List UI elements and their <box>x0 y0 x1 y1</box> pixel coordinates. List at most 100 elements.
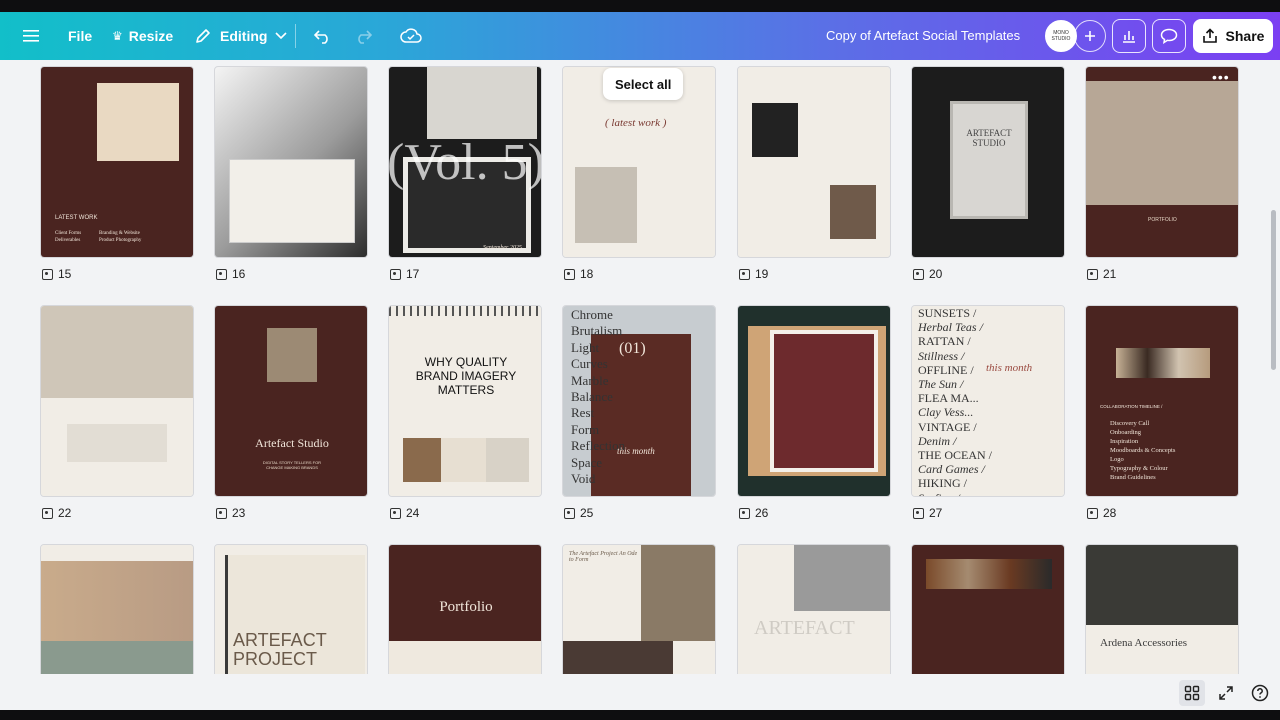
page-number-label[interactable]: 15 <box>42 267 71 281</box>
word-list-item: FLEA MA... <box>918 391 979 406</box>
bag-photo <box>752 103 798 157</box>
polaroid-photo <box>427 67 537 139</box>
page-notes-icon <box>216 268 227 280</box>
help-icon <box>1251 684 1269 702</box>
page-preview: The Artefact Project An Ode to Form <box>563 545 715 674</box>
add-collaborator-button[interactable] <box>1074 20 1106 52</box>
page-thumbnail[interactable]: SUNSETS / Herbal Teas / RATTAN / Stillness … <box>911 305 1065 497</box>
main-menu-button[interactable] <box>16 18 46 54</box>
page-thumbnail[interactable]: PORTFOLIO <box>1085 66 1239 258</box>
word-list-item: Curves <box>571 356 608 372</box>
share-button[interactable]: Share <box>1193 19 1273 53</box>
ode-to-form-title: The Artefact Project An Ode to Form <box>569 551 638 563</box>
resize-label: Resize <box>128 28 174 44</box>
comments-button[interactable] <box>1152 19 1186 53</box>
grid-icon <box>1184 685 1200 701</box>
tagline-text: DIGITAL STORY TELLERS FOR CHANGE MAKING … <box>262 460 322 470</box>
chairs-row <box>67 424 167 462</box>
resize-button[interactable]: ♛ Resize <box>112 18 173 54</box>
stool-photo <box>1086 81 1238 205</box>
word-list-item: Space <box>571 454 603 470</box>
green-block <box>41 641 193 674</box>
help-button[interactable] <box>1247 680 1273 706</box>
page-thumbnail[interactable]: LATEST WORK Client Forms Deliverables Brand… <box>40 66 194 258</box>
page-thumbnail[interactable]: Portfolio <box>388 544 542 674</box>
word-list-item: VINTAGE / <box>918 419 977 434</box>
page-number-label[interactable]: 24 <box>390 506 419 520</box>
file-menu-button[interactable]: File <box>66 18 94 54</box>
page-thumbnail[interactable]: WHY QUALITY BRAND IMAGERY MATTERS <box>388 305 542 497</box>
vase-photo <box>267 328 317 382</box>
page-thumbnail[interactable] <box>911 544 1065 674</box>
page-preview: (Vol. 5) September 2025 <box>389 67 541 257</box>
artefact-project-title: ARTEFACT PROJECT <box>233 630 327 669</box>
page-thumbnail[interactable] <box>737 305 891 497</box>
undo-button[interactable] <box>310 18 336 54</box>
page-number-label[interactable]: 21 <box>1087 267 1116 281</box>
redo-button[interactable] <box>350 18 376 54</box>
chair-photo <box>575 167 637 243</box>
page-thumbnail[interactable]: ARTEFACT <box>737 544 891 674</box>
hamburger-icon <box>23 30 39 42</box>
page-notes-icon <box>216 507 227 519</box>
page-thumbnail[interactable]: ARTEFACT PROJECT <box>214 544 368 674</box>
page-preview: WHY QUALITY BRAND IMAGERY MATTERS <box>389 306 541 496</box>
page-number-label[interactable]: 26 <box>739 506 768 520</box>
page-number-label[interactable]: 23 <box>216 506 245 520</box>
editing-mode-button[interactable]: Editing <box>194 18 288 54</box>
avatar[interactable]: MONO STUDIO <box>1045 20 1077 52</box>
save-status-button[interactable] <box>398 18 424 54</box>
artefact-outline-title: ARTEFACT <box>754 617 855 639</box>
page-thumbnail[interactable]: COLLABORATION TIMELINE / Discovery Call On… <box>1085 305 1239 497</box>
crown-icon: ♛ <box>112 29 123 43</box>
page-number-label[interactable]: 17 <box>390 267 419 281</box>
page-notes-icon <box>390 268 401 280</box>
page-thumbnail[interactable]: Artefact Studio DIGITAL STORY TELLERS FOR… <box>214 305 368 497</box>
page-number-label[interactable]: 19 <box>739 267 768 281</box>
word-list-item: Clay Vess... <box>918 405 974 420</box>
page-notes-icon <box>739 268 750 280</box>
page-thumbnail[interactable]: The Artefact Project An Ode to Form <box>562 544 716 674</box>
page-notes-icon <box>1087 507 1098 519</box>
fullscreen-button[interactable] <box>1213 680 1239 706</box>
page-number-label[interactable]: 16 <box>216 267 245 281</box>
page-number: 15 <box>58 267 72 281</box>
document-title[interactable]: Copy of Artefact Social Templates <box>826 12 1020 60</box>
page-thumbnail[interactable] <box>40 305 194 497</box>
page-notes-icon <box>42 268 53 280</box>
share-label: Share <box>1225 28 1265 44</box>
insights-button[interactable] <box>1112 19 1146 53</box>
products-row <box>926 559 1052 589</box>
scrollbar-thumb[interactable] <box>1271 210 1276 370</box>
page-number-label[interactable]: 25 <box>564 506 593 520</box>
page-preview: PORTFOLIO <box>1086 67 1238 257</box>
grid-view-button[interactable] <box>1179 680 1205 706</box>
page-thumbnail[interactable] <box>40 544 194 674</box>
page-number-label[interactable]: 20 <box>913 267 942 281</box>
word-list-item: Stillness / <box>918 348 965 363</box>
page-thumbnail[interactable]: ARTEFACT STUDIO <box>911 66 1065 258</box>
page-thumbnail[interactable]: (Vol. 5) September 2025 <box>388 66 542 258</box>
word-list-item: RATTAN / <box>918 334 971 349</box>
page-preview <box>215 67 367 257</box>
expand-icon <box>1219 686 1233 700</box>
portfolio-photos <box>389 641 541 674</box>
page-number-label[interactable]: 18 <box>564 267 593 281</box>
share-upload-icon <box>1202 28 1217 43</box>
page-number-label[interactable]: 28 <box>1087 506 1116 520</box>
date-script-text: September 2025 <box>483 245 522 251</box>
page-number-label[interactable]: 27 <box>913 506 942 520</box>
pages-grid-view: LATEST WORK Client Forms Deliverables Brand… <box>0 60 1280 674</box>
word-list-item: Rest <box>571 405 595 421</box>
page-thumbnail[interactable] <box>214 66 368 258</box>
page-thumbnail[interactable]: Ardena Accessories <box>1085 544 1239 674</box>
page-more-options-icon[interactable]: ••• <box>1212 69 1230 85</box>
select-all-button[interactable]: Select all <box>603 68 684 100</box>
page-number-label[interactable]: 22 <box>42 506 71 520</box>
page-notes-icon <box>42 507 53 519</box>
page-thumbnail[interactable]: (01) this month Chrome Brutalism Light Curves… <box>562 305 716 497</box>
page-thumbnail[interactable] <box>737 66 891 258</box>
timeline-item: Brand Guidelines <box>1110 474 1156 481</box>
photography-text: Product Photography <box>99 238 142 243</box>
page-number: 18 <box>580 267 594 281</box>
